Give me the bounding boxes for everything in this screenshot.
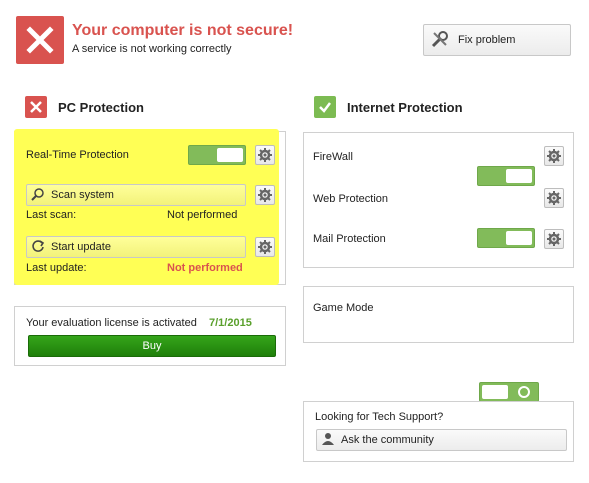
last-update-label: Last update: <box>26 262 87 274</box>
fix-problem-label: Fix problem <box>458 34 516 46</box>
support-question: Looking for Tech Support? <box>315 411 444 423</box>
user-icon <box>321 432 335 449</box>
scan-system-button[interactable]: Scan system <box>26 184 246 206</box>
last-scan-value: Not performed <box>167 209 238 221</box>
game-mode-toggle[interactable] <box>479 382 539 402</box>
scan-system-label: Scan system <box>51 189 114 201</box>
pc-protection-title: PC Protection <box>58 100 144 115</box>
start-update-label: Start update <box>51 241 111 253</box>
internet-protection-title: Internet Protection <box>347 100 463 115</box>
last-update-value: Not performed <box>167 262 243 274</box>
error-status-icon <box>16 16 64 64</box>
scan-settings-gear-icon[interactable] <box>255 185 275 205</box>
game-mode-label: Game Mode <box>313 302 374 314</box>
web-protection-toggle[interactable] <box>477 228 535 248</box>
refresh-icon <box>31 239 45 256</box>
status-subtitle: A service is not working correctly <box>72 43 232 55</box>
game-mode-panel <box>303 286 574 343</box>
search-icon <box>31 187 45 204</box>
buy-button[interactable]: Buy <box>28 335 276 357</box>
pc-protection-status-icon <box>25 96 47 118</box>
ask-community-label: Ask the community <box>341 434 434 446</box>
internet-protection-status-icon <box>314 96 336 118</box>
firewall-toggle[interactable] <box>477 166 535 186</box>
firewall-settings-gear-icon[interactable] <box>544 146 564 166</box>
tools-icon <box>430 29 450 52</box>
realtime-protection-label: Real-Time Protection <box>26 149 129 161</box>
fix-problem-button[interactable]: Fix problem <box>423 24 571 56</box>
realtime-protection-toggle[interactable] <box>188 145 246 165</box>
firewall-label: FireWall <box>313 151 353 163</box>
license-date: 7/1/2015 <box>209 317 252 329</box>
web-protection-label: Web Protection <box>313 193 389 205</box>
start-update-button[interactable]: Start update <box>26 236 246 258</box>
status-title: Your computer is not secure! <box>72 22 294 39</box>
mail-protection-settings-gear-icon[interactable] <box>544 229 564 249</box>
license-text: Your evaluation license is activated <box>26 317 197 329</box>
realtime-settings-gear-icon[interactable] <box>255 145 275 165</box>
mail-protection-label: Mail Protection <box>313 233 386 245</box>
ask-community-button[interactable]: Ask the community <box>316 429 567 451</box>
update-settings-gear-icon[interactable] <box>255 237 275 257</box>
last-scan-label: Last scan: <box>26 209 77 221</box>
web-protection-settings-gear-icon[interactable] <box>544 188 564 208</box>
